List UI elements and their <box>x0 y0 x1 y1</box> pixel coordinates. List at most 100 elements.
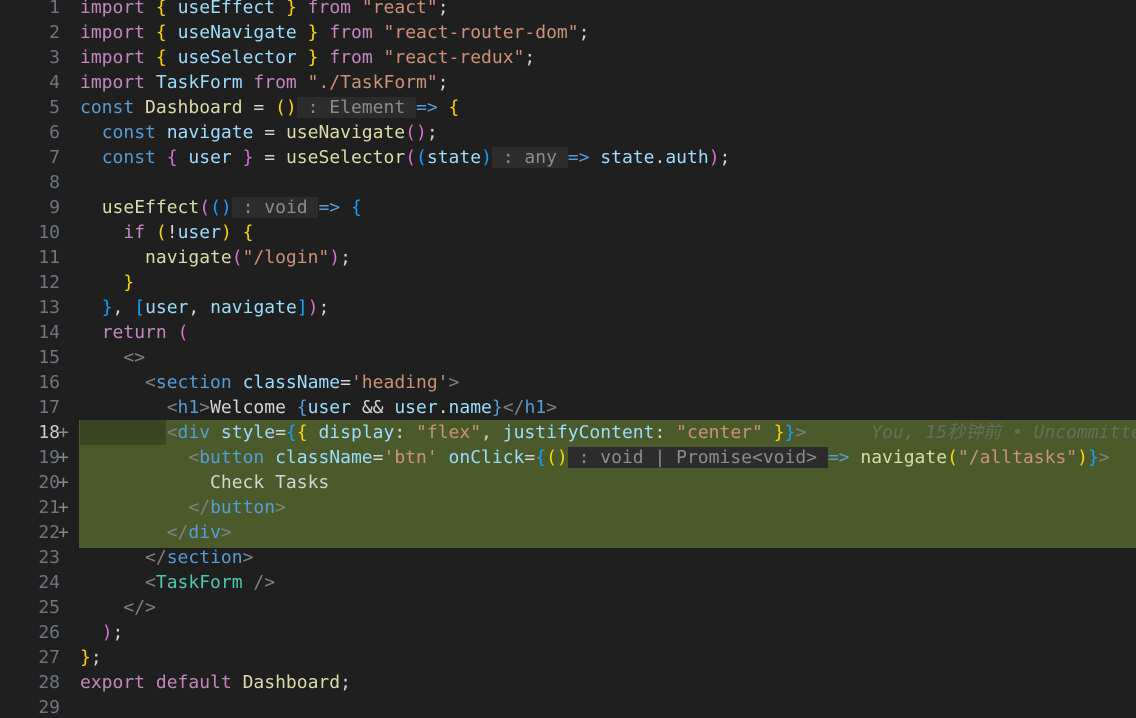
code-token: } <box>773 422 785 443</box>
code-line[interactable]: 16 <section className='heading'> <box>0 370 1136 395</box>
line-number-gutter[interactable]: 16 <box>0 370 60 395</box>
code-text[interactable]: ); <box>80 620 124 645</box>
code-token: < <box>188 447 200 468</box>
code-text[interactable]: export default Dashboard; <box>80 670 351 695</box>
line-number-gutter[interactable]: 11 <box>0 245 60 270</box>
code-line[interactable]: 6 const navigate = useNavigate(); <box>0 120 1136 145</box>
code-line[interactable]: 8 <box>0 170 1136 195</box>
line-number-gutter[interactable]: 25 <box>0 595 60 620</box>
code-line[interactable]: 22 + </div> <box>0 520 1136 548</box>
code-line[interactable]: 1 import { useEffect } from "react"; <box>0 0 1136 20</box>
code-token: from <box>307 0 351 18</box>
code-line[interactable]: 3 import { useSelector } from "react-redu… <box>0 45 1136 70</box>
line-number-gutter[interactable]: 20 + <box>0 470 69 495</box>
code-text[interactable]: import { useEffect } from "react"; <box>80 0 449 20</box>
code-text[interactable]: Check Tasks <box>80 470 329 495</box>
code-token: ) <box>307 297 319 318</box>
code-text[interactable]: }; <box>80 645 102 670</box>
line-number-gutter[interactable]: 21 + <box>0 495 69 520</box>
line-number-gutter[interactable]: 22 + <box>0 520 69 545</box>
code-text[interactable]: <button className='btn' onClick={() : vo… <box>80 445 1110 470</box>
code-line[interactable]: 28 export default Dashboard; <box>0 670 1136 695</box>
line-number-gutter[interactable]: 28 <box>0 670 60 695</box>
code-editor[interactable]: 1 import { useEffect } from "react"; 2 impo… <box>0 0 1136 718</box>
code-line[interactable]: 11 navigate("/login"); <box>0 245 1136 270</box>
code-text[interactable]: <h1>Welcome {user && user.name}</h1> <box>80 395 557 420</box>
line-number-gutter[interactable]: 18 + <box>0 420 69 445</box>
line-number-gutter[interactable]: 13 <box>0 295 60 320</box>
line-number-gutter[interactable]: 3 <box>0 45 60 70</box>
code-text[interactable]: import { useSelector } from "react-redux… <box>80 45 535 70</box>
code-line[interactable]: 14 return ( <box>0 320 1136 345</box>
code-text[interactable]: useEffect(() : void => { <box>80 195 362 220</box>
code-text[interactable]: <TaskForm /> <box>80 570 275 595</box>
code-token: "react" <box>361 0 438 18</box>
code-token: } <box>491 397 503 418</box>
code-token: = <box>372 447 384 468</box>
line-number-gutter[interactable]: 23 <box>0 545 60 570</box>
line-number-gutter[interactable]: 7 <box>0 145 60 170</box>
code-line[interactable]: 27}; <box>0 645 1136 670</box>
code-text[interactable]: </button> <box>80 495 286 520</box>
line-number-gutter[interactable]: 19 + <box>0 445 69 470</box>
code-token: export <box>80 672 146 693</box>
code-line[interactable]: 20 + Check Tasks <box>0 470 1136 495</box>
code-text[interactable]: <section className='heading'> <box>80 370 459 395</box>
code-text[interactable]: return ( <box>80 320 189 345</box>
code-line[interactable]: 4 import TaskForm from "./TaskForm"; <box>0 70 1136 95</box>
code-line[interactable]: 21 + </button> <box>0 495 1136 520</box>
code-text[interactable]: const navigate = useNavigate(); <box>80 120 438 145</box>
code-line[interactable]: 19 + <button className='btn' onClick={() … <box>0 445 1136 470</box>
code-line[interactable]: 23 </section> <box>0 545 1136 570</box>
code-text[interactable]: import { useNavigate } from "react-route… <box>80 20 589 45</box>
line-number-gutter[interactable]: 9 <box>0 195 60 220</box>
line-number-gutter[interactable]: 2 <box>0 20 60 45</box>
code-text[interactable]: <div style={{ display: "flex", justifyCo… <box>80 420 1136 445</box>
code-line[interactable]: 24 <TaskForm /> <box>0 570 1136 595</box>
line-number-gutter[interactable]: 10 <box>0 220 60 245</box>
code-line[interactable]: 15 <> <box>0 345 1136 370</box>
code-text[interactable]: </div> <box>80 520 232 545</box>
code-line[interactable]: 5 const Dashboard = () : Element => { <box>0 95 1136 120</box>
code-line[interactable]: 7 const { user } = useSelector((state) :… <box>0 145 1136 170</box>
line-number-gutter[interactable]: 15 <box>0 345 60 370</box>
line-number-gutter[interactable]: 12 <box>0 270 60 295</box>
line-number-gutter[interactable]: 17 <box>0 395 60 420</box>
line-number-gutter[interactable]: 14 <box>0 320 60 345</box>
code-line[interactable]: 29 <box>0 695 1136 718</box>
code-line[interactable]: 12 } <box>0 270 1136 295</box>
code-line[interactable]: 18 + <div style={{ display: "flex", justi… <box>0 420 1136 445</box>
code-line[interactable]: 9 useEffect(() : void => { <box>0 195 1136 220</box>
line-number-gutter[interactable]: 1 <box>0 0 60 20</box>
code-text[interactable]: navigate("/login"); <box>80 245 351 270</box>
code-text[interactable]: import TaskForm from "./TaskForm"; <box>80 70 449 95</box>
code-text[interactable]: if (!user) { <box>80 220 253 245</box>
code-line[interactable]: 26 ); <box>0 620 1136 645</box>
line-number-gutter[interactable]: 26 <box>0 620 60 645</box>
code-text[interactable]: <> <box>80 345 145 370</box>
code-line[interactable]: 2 import { useNavigate } from "react-rout… <box>0 20 1136 45</box>
line-number-gutter[interactable]: 4 <box>0 70 60 95</box>
code-token: 'heading' <box>350 372 449 393</box>
code-line[interactable]: 25 </> <box>0 595 1136 620</box>
line-number-gutter[interactable]: 29 <box>0 695 60 718</box>
code-text[interactable]: }, [user, navigate]); <box>80 295 330 320</box>
line-number-gutter[interactable]: 24 <box>0 570 60 595</box>
line-number-gutter[interactable]: 8 <box>0 170 60 195</box>
code-text[interactable]: </section> <box>80 545 253 570</box>
code-text[interactable]: </> <box>80 595 156 620</box>
code-text[interactable]: const Dashboard = () : Element => { <box>80 95 459 120</box>
code-text[interactable]: const { user } = useSelector((state) : a… <box>80 145 730 170</box>
line-number-gutter[interactable]: 6 <box>0 120 60 145</box>
code-line[interactable]: 17 <h1>Welcome {user && user.name}</h1> <box>0 395 1136 420</box>
code-text[interactable]: } <box>80 270 134 295</box>
line-number-gutter[interactable]: 5 <box>0 95 60 120</box>
line-number-gutter[interactable]: 27 <box>0 645 60 670</box>
code-line[interactable]: 10 if (!user) { <box>0 220 1136 245</box>
code-line[interactable]: 13 }, [user, navigate]); <box>0 295 1136 320</box>
code-token: [ <box>134 297 146 318</box>
